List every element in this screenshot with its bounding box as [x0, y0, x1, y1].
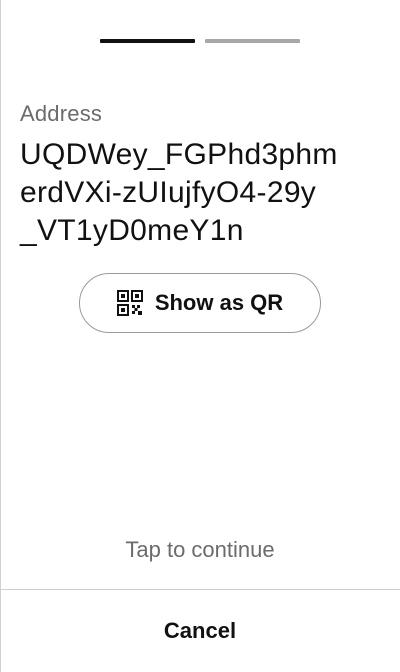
step-1-active [100, 39, 195, 43]
address-value: UQDWey_FGPhd3phm erdVXi-zUIujfyO4-29y _V… [20, 136, 390, 250]
address-label: Address [20, 101, 103, 126]
tap-to-continue-hint[interactable]: Tap to continue [0, 537, 400, 563]
cancel-button[interactable]: Cancel [0, 590, 400, 672]
step-indicator [100, 39, 300, 44]
address-line-2: erdVXi-zUIujfyO4-29y [20, 176, 317, 209]
address-line-1: UQDWey_FGPhd3phm [20, 138, 338, 171]
show-as-qr-label: Show as QR [154, 290, 284, 315]
show-as-qr-button[interactable]: Show as QR [79, 273, 321, 333]
qr-code-icon [116, 290, 143, 316]
step-2-inactive [205, 39, 300, 43]
address-line-3: _VT1yD0meY1n [20, 214, 244, 247]
